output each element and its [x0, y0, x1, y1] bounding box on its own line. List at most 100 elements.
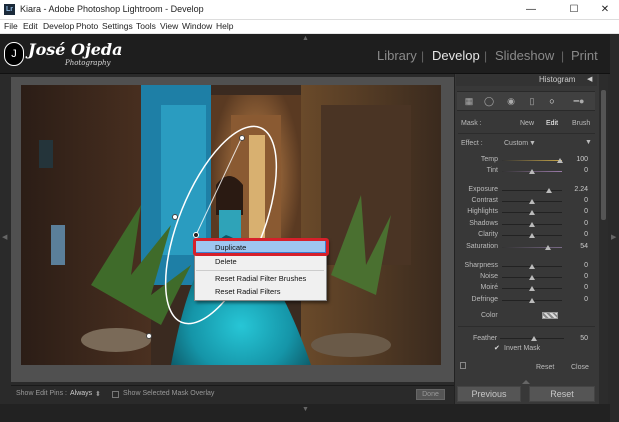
- logo-mark: J: [4, 42, 24, 66]
- annotation-highlight-box: [193, 238, 329, 256]
- select-arrow-icon[interactable]: ⬍: [95, 390, 101, 398]
- module-separator: |: [421, 49, 425, 63]
- defringe-value[interactable]: 0: [574, 296, 588, 303]
- invert-mask-checkbox[interactable]: ✔: [494, 345, 501, 352]
- tint-value[interactable]: 0: [574, 167, 588, 174]
- exposure-slider[interactable]: [502, 190, 562, 191]
- menu-window[interactable]: Window: [182, 21, 212, 31]
- module-develop[interactable]: Develop: [432, 48, 480, 63]
- temp-label: Temp: [480, 156, 498, 163]
- left-panel-toggle-icon[interactable]: ◀: [2, 233, 8, 243]
- highlights-slider-knob[interactable]: [529, 210, 535, 215]
- shadows-slider-knob[interactable]: [529, 222, 535, 227]
- color-swatch[interactable]: [542, 312, 558, 319]
- highlights-label: Highlights: [467, 208, 498, 215]
- saturation-slider[interactable]: [502, 247, 562, 248]
- saturation-slider-knob[interactable]: [545, 245, 551, 250]
- module-print[interactable]: Print: [571, 48, 598, 63]
- mask-close-button[interactable]: Close: [571, 364, 589, 371]
- module-slideshow[interactable]: Slideshow: [495, 48, 554, 63]
- tint-label: Tint: [486, 167, 498, 174]
- menu-edit[interactable]: Edit: [23, 21, 38, 31]
- panel-expand-icon[interactable]: [522, 380, 530, 384]
- menu-develop[interactable]: Develop: [43, 21, 74, 31]
- noise-value[interactable]: 0: [574, 273, 588, 280]
- histogram-header[interactable]: [456, 74, 597, 86]
- minimize-icon[interactable]: —: [517, 2, 545, 17]
- reset-button[interactable]: Reset: [529, 386, 595, 402]
- right-panel-toggle-icon[interactable]: ▶: [611, 233, 617, 243]
- radial-filter-handle[interactable]: [172, 214, 178, 220]
- show-edit-pins-select[interactable]: Always: [70, 390, 92, 397]
- context-menu-reset-brushes[interactable]: Reset Radial Filter Brushes: [215, 274, 306, 283]
- adjustment-brush-icon[interactable]: ━●: [572, 96, 586, 107]
- exposure-value[interactable]: 2.24: [574, 186, 588, 193]
- contrast-slider-knob[interactable]: [529, 199, 535, 204]
- sharpness-slider-knob[interactable]: [529, 264, 535, 269]
- context-menu-reset-filters[interactable]: Reset Radial Filters: [215, 287, 280, 296]
- top-panel-toggle-icon[interactable]: ▲: [302, 35, 309, 45]
- color-label: Color: [481, 312, 498, 319]
- moire-value[interactable]: 0: [574, 284, 588, 291]
- menu-photo[interactable]: Photo: [76, 21, 98, 31]
- mask-brush[interactable]: Brush: [572, 120, 590, 127]
- red-eye-icon[interactable]: ◉: [504, 96, 518, 107]
- noise-label: Noise: [480, 273, 498, 280]
- context-menu-delete[interactable]: Delete: [215, 257, 237, 266]
- menu-help[interactable]: Help: [216, 21, 233, 31]
- divider: [458, 326, 595, 327]
- scrollbar-thumb[interactable]: [601, 90, 606, 220]
- bottom-toolbar: Show Edit Pins : Always ⬍ Show Selected …: [11, 385, 454, 402]
- feather-slider-knob[interactable]: [531, 336, 537, 341]
- effect-preset-select[interactable]: Custom: [504, 140, 528, 147]
- show-overlay-checkbox[interactable]: [112, 391, 119, 398]
- photo-image: [21, 85, 441, 365]
- mask-toggle-switch[interactable]: [460, 362, 466, 369]
- logo-subtitle: Photography: [65, 59, 111, 67]
- panel-disclosure-icon[interactable]: ▼: [585, 139, 592, 146]
- tint-slider-knob[interactable]: [529, 169, 535, 174]
- collapse-arrow-icon[interactable]: ◀: [587, 75, 592, 83]
- highlights-value[interactable]: 0: [574, 208, 588, 215]
- clarity-value[interactable]: 0: [574, 231, 588, 238]
- mask-label: Mask :: [461, 120, 482, 127]
- defringe-slider-knob[interactable]: [529, 298, 535, 303]
- menu-tools[interactable]: Tools: [136, 21, 156, 31]
- radial-filter-handle[interactable]: [146, 333, 152, 339]
- feather-value[interactable]: 50: [574, 335, 588, 342]
- bottom-panel-toggle-icon[interactable]: ▼: [302, 406, 309, 416]
- chevron-down-icon[interactable]: ▼: [529, 140, 536, 147]
- module-library[interactable]: Library: [377, 48, 417, 63]
- saturation-value[interactable]: 54: [574, 243, 588, 250]
- show-edit-pins-label: Show Edit Pins :: [16, 390, 67, 397]
- menu-file[interactable]: File: [4, 21, 18, 31]
- contrast-label: Contrast: [471, 197, 498, 204]
- mask-reset-button[interactable]: Reset: [536, 364, 554, 371]
- clarity-slider-knob[interactable]: [529, 233, 535, 238]
- grid-overlay-icon[interactable]: ▦: [462, 96, 476, 107]
- menu-view[interactable]: View: [160, 21, 178, 31]
- maximize-icon[interactable]: ☐: [560, 2, 588, 17]
- close-icon[interactable]: ✕: [591, 2, 619, 17]
- exposure-slider-knob[interactable]: [546, 188, 552, 193]
- photo-preview[interactable]: [21, 85, 441, 365]
- temp-slider-knob[interactable]: [557, 158, 563, 163]
- sharpness-value[interactable]: 0: [574, 262, 588, 269]
- menu-settings[interactable]: Settings: [102, 21, 133, 31]
- mask-edit[interactable]: Edit: [546, 120, 558, 127]
- moire-slider-knob[interactable]: [529, 286, 535, 291]
- temp-slider[interactable]: [502, 160, 562, 161]
- context-menu-separator: [196, 270, 324, 271]
- contrast-value[interactable]: 0: [574, 197, 588, 204]
- noise-slider-knob[interactable]: [529, 275, 535, 280]
- previous-button[interactable]: Previous: [457, 386, 521, 402]
- done-button[interactable]: Done: [416, 389, 445, 400]
- graduated-filter-icon[interactable]: ▯: [525, 96, 539, 107]
- spot-removal-icon[interactable]: ◯: [482, 96, 496, 107]
- lightroom-app-icon: Lr: [4, 4, 15, 15]
- radial-filter-icon[interactable]: ○: [545, 96, 559, 107]
- temp-value[interactable]: 100: [574, 156, 588, 163]
- mask-new[interactable]: New: [520, 120, 534, 127]
- shadows-value[interactable]: 0: [574, 220, 588, 227]
- radial-filter-handle[interactable]: [239, 135, 245, 141]
